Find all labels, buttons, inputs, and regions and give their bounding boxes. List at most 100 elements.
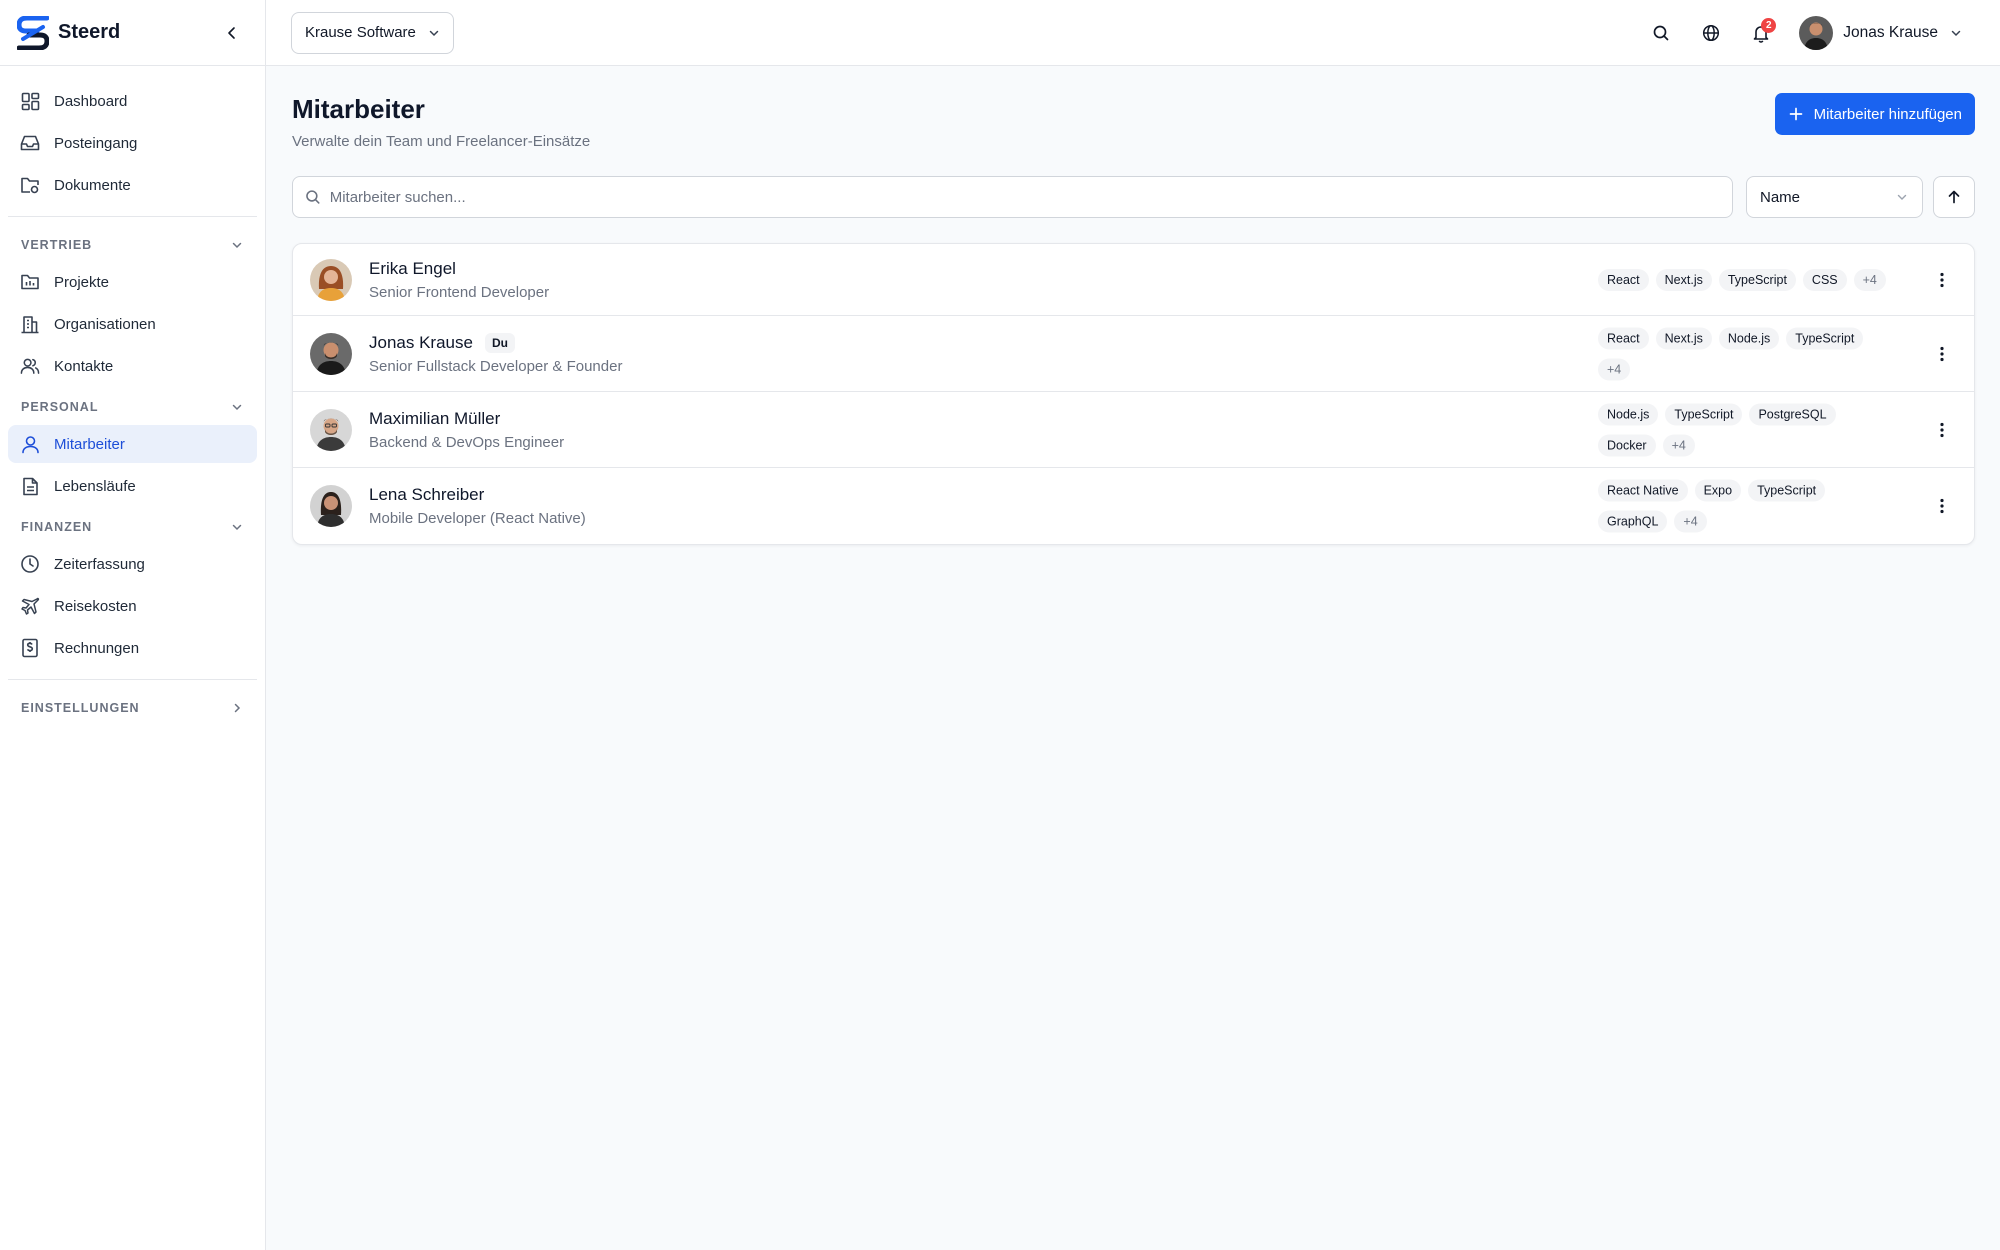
organization-switcher[interactable]: Krause Software (291, 11, 454, 54)
section-title: PERSONAL (21, 400, 99, 414)
chevron-down-icon (429, 30, 439, 36)
sidebar-item-reisekosten[interactable]: Reisekosten (8, 587, 257, 625)
sidebar-item-mitarbeiter[interactable]: Mitarbeiter (8, 425, 257, 463)
section-einstellungen[interactable]: EINSTELLUNGEN (8, 690, 257, 726)
section-personal[interactable]: PERSONAL (8, 389, 257, 425)
sidebar: Steerd Dashboard Posteingang Dokumente V… (0, 0, 266, 1250)
skill-tag: TypeScript (1786, 327, 1864, 349)
language-button[interactable] (1695, 17, 1727, 49)
page-header: Mitarbeiter Verwalte dein Team und Freel… (292, 93, 1975, 156)
employee-row[interactable]: Erika Engel Senior Frontend Developer Re… (293, 244, 1974, 316)
chevron-down-icon (232, 242, 242, 249)
avatar (310, 258, 352, 301)
section-title: VERTRIEB (21, 238, 93, 252)
search-icon (1653, 25, 1669, 41)
chevron-right-icon (234, 703, 241, 713)
plane-icon (20, 596, 40, 616)
sidebar-item-label: Posteingang (54, 134, 138, 152)
page-title: Mitarbeiter (292, 94, 425, 124)
logo-icon (16, 15, 50, 50)
skill-tag: Docker (1598, 434, 1656, 456)
row-actions-button[interactable] (1930, 418, 1954, 442)
chevron-down-icon (232, 404, 242, 411)
employee-list: Erika Engel Senior Frontend Developer Re… (292, 243, 1975, 545)
search-button[interactable] (1645, 17, 1677, 49)
employee-name: Jonas Krause (369, 332, 473, 352)
add-employee-label: Mitarbeiter hinzufügen (1813, 105, 1962, 123)
skill-tag: React (1598, 268, 1649, 291)
topbar-actions: 2 Jonas Krause (1627, 0, 1962, 66)
brand-name: Steerd (58, 21, 121, 43)
dashboard-icon (20, 91, 40, 111)
skill-tag: Next.js (1655, 268, 1712, 291)
user-name: Jonas Krause (1843, 24, 1938, 41)
skill-tag: Node.js (1718, 327, 1780, 349)
sidebar-item-label: Zeiterfassung (54, 555, 145, 573)
add-employee-button[interactable]: Mitarbeiter hinzufügen (1774, 93, 1975, 135)
row-actions-button[interactable] (1930, 268, 1954, 292)
section-vertrieb[interactable]: VERTRIEB (8, 227, 257, 263)
list-toolbar: Name (292, 176, 1975, 218)
sidebar-item-posteingang[interactable]: Posteingang (8, 124, 257, 162)
sidebar-item-label: Organisationen (54, 315, 156, 333)
employee-row[interactable]: Jonas Krause Du Senior Fullstack Develop… (293, 316, 1974, 392)
sidebar-item-organisationen[interactable]: Organisationen (8, 305, 257, 343)
chevron-down-icon (1951, 30, 1961, 37)
row-actions-button[interactable] (1930, 494, 1954, 518)
search-icon (306, 190, 320, 204)
skill-tag: PostgreSQL (1749, 403, 1836, 425)
sidebar-item-dokumente[interactable]: Dokumente (8, 166, 257, 204)
user-icon (20, 434, 40, 454)
skill-tag: TypeScript (1718, 268, 1796, 291)
building-icon (20, 314, 40, 334)
employee-name: Erika Engel (369, 258, 456, 278)
sidebar-item-dashboard[interactable]: Dashboard (8, 82, 257, 120)
inbox-icon (20, 133, 40, 153)
employee-role: Backend & DevOps Engineer (369, 433, 565, 451)
section-finanzen[interactable]: FINANZEN (8, 509, 257, 545)
collapse-sidebar-button[interactable] (221, 22, 243, 44)
employee-role: Senior Frontend Developer (369, 283, 550, 301)
notifications-button[interactable]: 2 (1745, 17, 1777, 49)
sidebar-item-lebenslaeufe[interactable]: Lebensläufe (8, 467, 257, 505)
clock-icon (20, 554, 40, 574)
sidebar-item-label: Reisekosten (54, 597, 137, 615)
folder-icon (20, 175, 40, 195)
employee-row[interactable]: Maximilian Müller Backend & DevOps Engin… (293, 392, 1974, 468)
invoice-icon (20, 638, 40, 658)
employee-name: Maximilian Müller (369, 408, 501, 428)
more-skills-tag[interactable]: +4 (1662, 434, 1695, 456)
sidebar-item-zeiterfassung[interactable]: Zeiterfassung (8, 545, 257, 583)
sidebar-item-rechnungen[interactable]: Rechnungen (8, 629, 257, 667)
divider (8, 216, 257, 217)
brand: Steerd (0, 0, 265, 66)
skill-tag: React Native (1598, 479, 1688, 502)
globe-icon (1703, 24, 1720, 42)
chevron-down-icon (232, 524, 242, 531)
search-input[interactable] (329, 188, 1720, 206)
section-title: FINANZEN (21, 520, 93, 534)
skill-tags: React Next.js Node.js TypeScript +4 (1598, 327, 1883, 380)
more-skills-tag[interactable]: +4 (1853, 268, 1886, 291)
divider (8, 679, 257, 680)
sidebar-item-label: Mitarbeiter (54, 435, 125, 453)
skill-tag: GraphQL (1598, 510, 1668, 533)
sidebar-item-label: Lebensläufe (54, 477, 136, 495)
more-skills-tag[interactable]: +4 (1598, 358, 1631, 380)
employee-role: Senior Fullstack Developer & Founder (369, 357, 623, 375)
user-menu[interactable]: Jonas Krause (1799, 16, 1962, 50)
sidebar-item-kontakte[interactable]: Kontakte (8, 347, 257, 385)
skill-tag: Expo (1694, 479, 1742, 502)
employee-row[interactable]: Lena Schreiber Mobile Developer (React N… (293, 468, 1974, 544)
sort-direction-button[interactable] (1933, 176, 1975, 218)
avatar (1799, 16, 1834, 50)
skill-tag: Node.js (1598, 403, 1659, 425)
skill-tag: Next.js (1655, 327, 1712, 349)
more-skills-tag[interactable]: +4 (1674, 510, 1707, 533)
sidebar-item-label: Kontakte (54, 357, 114, 375)
skill-tag: CSS (1802, 268, 1847, 291)
avatar (310, 408, 352, 451)
sort-select[interactable]: Name (1746, 176, 1923, 218)
row-actions-button[interactable] (1930, 342, 1954, 366)
sidebar-item-projekte[interactable]: Projekte (8, 263, 257, 301)
